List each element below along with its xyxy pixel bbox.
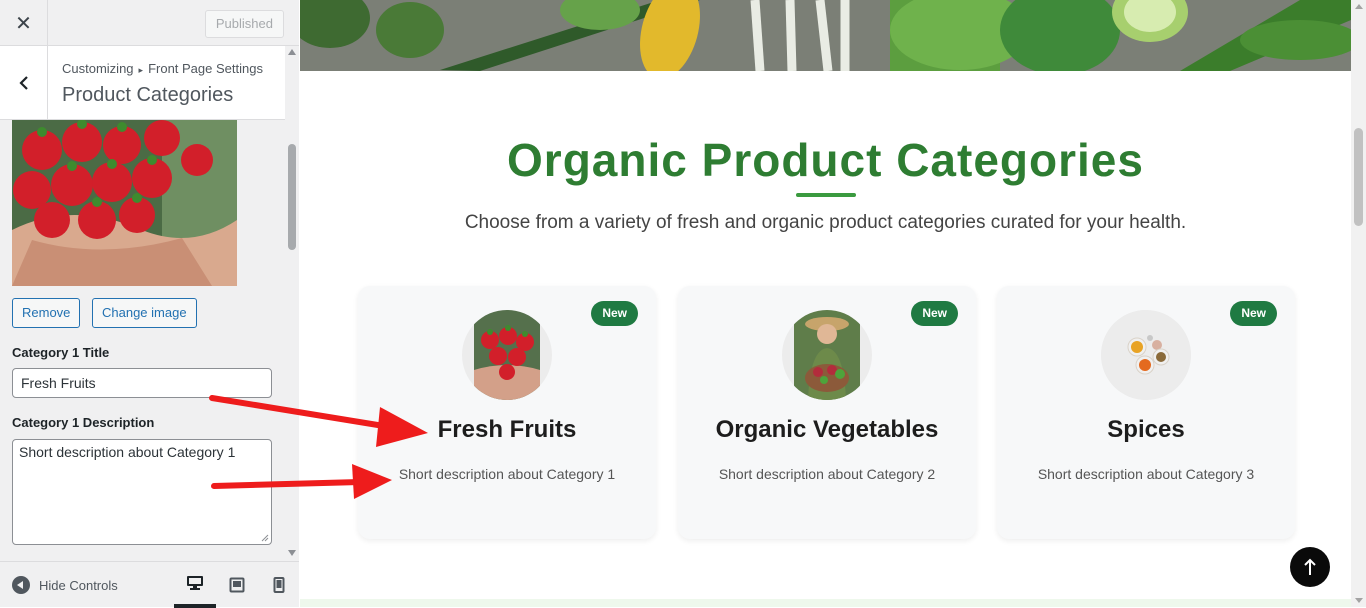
category-title: Organic Vegetables <box>715 416 939 443</box>
device-mobile-button[interactable] <box>258 562 300 608</box>
chevron-left-icon <box>18 76 28 90</box>
category-image-preview <box>12 120 237 286</box>
section-title: Product Categories <box>62 84 234 106</box>
scroll-to-top-button[interactable] <box>1290 547 1330 587</box>
controls-panel: Customizing ▸ Front Page Settings Product … <box>0 46 285 561</box>
category-title: Fresh Fruits <box>437 416 577 443</box>
strawberries-image <box>12 120 237 286</box>
site-preview: Organic Product Categories Choose from a… <box>300 0 1366 607</box>
category-image <box>782 310 872 400</box>
category-description: Short description about Category 2 <box>718 466 936 482</box>
section-header: Customizing ▸ Front Page Settings Product … <box>0 46 285 120</box>
customizer-topbar: ✕ Published <box>0 0 299 46</box>
back-button[interactable] <box>0 46 48 120</box>
category-card-fresh-fruits[interactable]: New Fresh Fruits Short description about… <box>358 286 656 539</box>
category-title-label: Category 1 Title <box>12 345 110 360</box>
next-section-strip <box>300 599 1351 607</box>
category-title-input[interactable]: Fresh Fruits <box>12 368 272 398</box>
vegetables-banner-image <box>300 0 1351 71</box>
heading-underline <box>796 193 856 197</box>
scroll-up-arrow-icon[interactable] <box>1355 4 1363 9</box>
resize-grip-icon[interactable] <box>261 534 269 542</box>
farmer-vegetables-image <box>794 310 860 400</box>
spices-bowls-image <box>1101 310 1191 400</box>
section-subheading: Choose from a variety of fresh and organ… <box>464 212 1187 233</box>
preview-scrollbar-thumb[interactable] <box>1354 128 1363 226</box>
breadcrumb-parent: Front Page Settings <box>148 61 263 76</box>
category-description-label: Category 1 Description <box>12 415 155 430</box>
change-image-button[interactable]: Change image <box>92 298 197 328</box>
close-customizer-button[interactable]: ✕ <box>0 0 48 46</box>
published-button[interactable]: Published <box>204 10 284 38</box>
strawberries-image <box>474 310 540 400</box>
scroll-down-arrow-icon[interactable] <box>1355 598 1363 603</box>
sidebar-scrollbar-thumb[interactable] <box>288 144 296 250</box>
category-image <box>462 310 552 400</box>
desktop-icon <box>187 576 203 590</box>
category-card-organic-vegetables[interactable]: New Organic Vegetables Short description… <box>678 286 976 539</box>
hero-banner <box>300 0 1351 71</box>
breadcrumb: Customizing ▸ Front Page Settings <box>62 61 263 76</box>
device-desktop-button[interactable] <box>174 562 216 608</box>
new-badge: New <box>911 301 958 326</box>
category-description-value: Short description about Category 1 <box>19 444 236 460</box>
section-heading: Organic Product Categories <box>507 134 1144 186</box>
preview-scrollbar[interactable] <box>1351 0 1366 607</box>
new-badge: New <box>1230 301 1277 326</box>
close-icon: ✕ <box>15 12 32 35</box>
remove-image-button[interactable]: Remove <box>12 298 81 328</box>
mobile-icon <box>273 577 285 593</box>
category-title: Spices <box>1107 416 1185 443</box>
new-badge: New <box>591 301 638 326</box>
category-description: Short description about Category 3 <box>1037 466 1255 482</box>
hide-controls-button[interactable]: Hide Controls <box>12 576 118 594</box>
breadcrumb-separator-icon: ▸ <box>138 65 144 75</box>
category-description-textarea[interactable]: Short description about Category 1 <box>12 439 272 545</box>
hide-controls-label: Hide Controls <box>39 577 118 593</box>
device-tablet-button[interactable] <box>216 562 258 608</box>
sidebar-scrollbar[interactable] <box>285 46 299 561</box>
category-description: Short description about Category 1 <box>398 466 616 482</box>
tablet-icon <box>229 577 245 593</box>
collapse-icon <box>12 576 30 594</box>
breadcrumb-root: Customizing <box>62 61 134 76</box>
scroll-down-arrow-icon[interactable] <box>288 550 296 556</box>
customizer-sidebar: ✕ Published Customizing ▸ Front Page Setti… <box>0 0 300 608</box>
category-card-spices[interactable]: New Spices Short description about Categ… <box>997 286 1295 539</box>
category-image <box>1101 310 1191 400</box>
scroll-up-arrow-icon[interactable] <box>288 49 296 55</box>
arrow-up-icon <box>1304 558 1316 575</box>
customizer-footer: Hide Controls <box>0 561 300 608</box>
